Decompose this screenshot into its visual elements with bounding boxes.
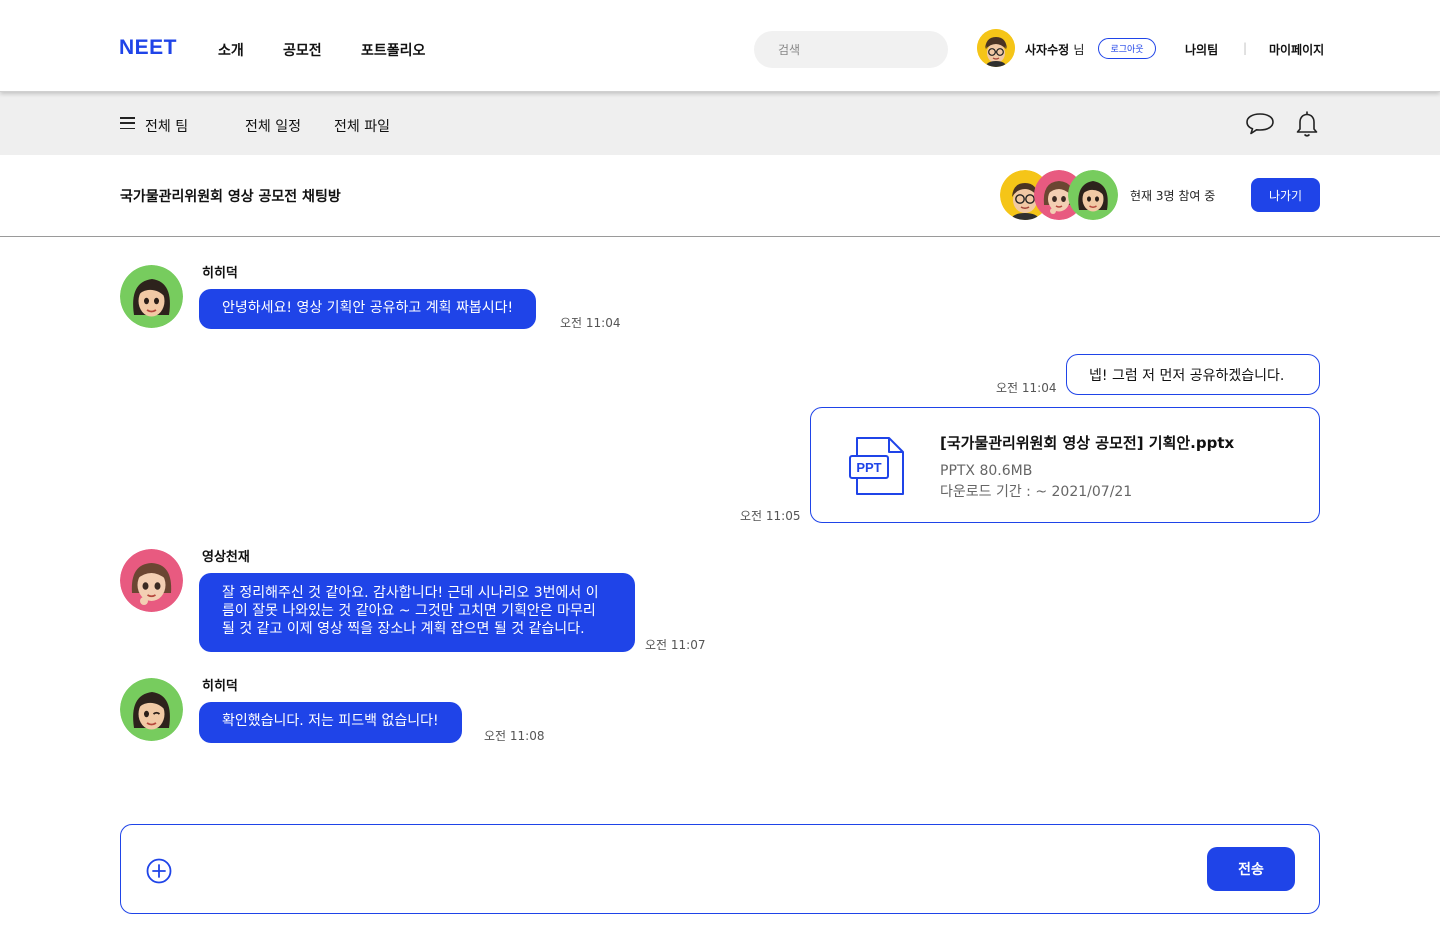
my-team-link[interactable]: 나의팀 bbox=[1185, 41, 1218, 58]
logo[interactable]: NEET bbox=[119, 36, 177, 60]
exit-button[interactable]: 나가기 bbox=[1251, 178, 1320, 212]
all-schedule-link[interactable]: 전체 일정 bbox=[245, 116, 301, 136]
message-time: 오전 11:05 bbox=[740, 509, 801, 523]
message-time: 오전 11:04 bbox=[560, 316, 621, 330]
nav-portfolio[interactable]: 포트폴리오 bbox=[361, 40, 425, 60]
file-name[interactable]: [국가물관리위원회 영상 공모전] 기획안.pptx bbox=[940, 432, 1234, 453]
search-input[interactable] bbox=[754, 31, 948, 68]
add-attachment-icon[interactable] bbox=[146, 858, 172, 888]
message-bubble: 안녕하세요! 영상 기획안 공유하고 계획 짜봅시다! bbox=[199, 289, 537, 329]
message-bubble: 잘 정리해주신 것 같아요. 감사합니다! 근데 시나리오 3번에서 이 름이 … bbox=[199, 573, 635, 652]
nav-intro[interactable]: 소개 bbox=[218, 40, 244, 60]
message-line: 름이 잘못 나와있는 것 같아요 ~ 그것만 고치면 기획안은 마무리 bbox=[222, 603, 596, 619]
participant-avatar-3[interactable] bbox=[1068, 170, 1118, 220]
participants-count: 현재 3명 참여 중 bbox=[1130, 189, 1216, 203]
sender-avatar[interactable] bbox=[120, 265, 183, 328]
room-divider bbox=[0, 236, 1440, 237]
all-teams-link[interactable]: 전체 팀 bbox=[145, 116, 188, 136]
file-download-expiry: 다운로드 기간 : ~ 2021/07/21 bbox=[940, 484, 1133, 500]
logout-button[interactable]: 로그아웃 bbox=[1098, 38, 1156, 59]
message-time: 오전 11:07 bbox=[645, 638, 706, 652]
message-line: 잘 정리해주신 것 같아요. 감사합니다! 근데 시나리오 3번에서 이 bbox=[222, 585, 599, 601]
top-header: NEET 소개 공모전 포트폴리오 사자수정 님 로그아웃 나의팀 | 마이페이… bbox=[0, 0, 1440, 92]
user-name-text: 사자수정 bbox=[1025, 43, 1070, 57]
header-separator: | bbox=[1243, 41, 1248, 55]
user-name-suffix: 님 bbox=[1073, 43, 1085, 57]
file-attachment[interactable]: PPT [국가물관리위원회 영상 공모전] 기획안.pptx PPTX 80.6… bbox=[810, 407, 1320, 523]
menu-icon[interactable] bbox=[120, 117, 135, 130]
my-page-link[interactable]: 마이페이지 bbox=[1269, 41, 1324, 58]
send-button[interactable]: 전송 bbox=[1207, 847, 1295, 891]
user-name: 사자수정 님 bbox=[1025, 41, 1084, 58]
bell-icon[interactable] bbox=[1295, 110, 1319, 142]
message-composer: 전송 bbox=[120, 824, 1320, 914]
sender-name: 영상천재 bbox=[202, 550, 250, 565]
nav-contest[interactable]: 공모전 bbox=[283, 40, 322, 60]
sender-name: 히히덕 bbox=[202, 679, 238, 694]
message-line: 될 것 같고 이제 영상 찍을 장소나 계획 잡으면 될 것 같습니다. bbox=[222, 621, 585, 637]
all-files-link[interactable]: 전체 파일 bbox=[334, 116, 390, 136]
ppt-file-icon: PPT bbox=[849, 436, 907, 500]
chat-bubble-icon[interactable] bbox=[1245, 112, 1275, 140]
message-time: 오전 11:04 bbox=[996, 381, 1057, 395]
message-input[interactable] bbox=[191, 850, 1191, 890]
message-bubble: 확인했습니다. 저는 피드백 없습니다! bbox=[199, 702, 462, 743]
sender-avatar[interactable] bbox=[120, 678, 183, 741]
sender-avatar[interactable] bbox=[120, 549, 183, 612]
chat-room-title: 국가물관리위원회 영상 공모전 채팅방 bbox=[120, 189, 341, 205]
sub-navigation bbox=[0, 92, 1440, 155]
message-time: 오전 11:08 bbox=[484, 729, 545, 743]
outgoing-message-bubble: 넵! 그럼 저 먼저 공유하겠습니다. bbox=[1066, 354, 1320, 395]
file-size: PPTX 80.6MB bbox=[940, 463, 1033, 479]
user-avatar[interactable] bbox=[977, 29, 1015, 67]
sender-name: 히히덕 bbox=[202, 266, 238, 281]
ppt-file-icon-label: PPT bbox=[856, 460, 881, 475]
